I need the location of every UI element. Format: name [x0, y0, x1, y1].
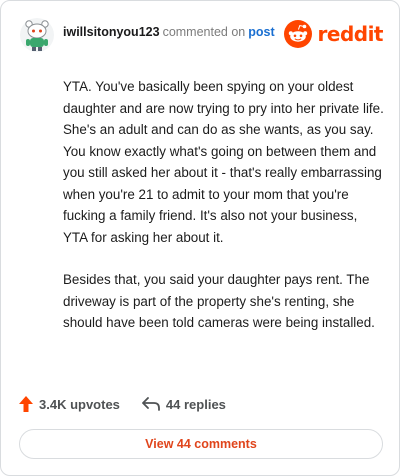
avatar[interactable]: [19, 17, 55, 53]
comment-meta: iwillsitonyou123 commented on post: [63, 25, 275, 39]
comment-body: YTA. You've basically been spying on you…: [63, 76, 385, 355]
upvote-arrow-icon: [19, 396, 33, 412]
view-comments-button[interactable]: View 44 comments: [19, 429, 383, 459]
reddit-brand[interactable]: reddit: [283, 19, 384, 49]
reply-count: 44 replies: [165, 396, 226, 412]
comment-card: iwillsitonyou123 commented on post reddit …: [0, 0, 400, 476]
username[interactable]: iwillsitonyou123: [63, 25, 160, 39]
commented-on-label: commented on: [162, 25, 246, 39]
reddit-wordmark: reddit: [317, 22, 384, 46]
reply-arrow-icon: [142, 397, 160, 411]
comment-paragraph: YTA. You've basically been spying on you…: [63, 79, 384, 245]
comment-paragraph: Besides that, you said your daughter pay…: [63, 272, 375, 330]
reddit-snoo-icon: [283, 20, 312, 48]
comment-stats: 3.4K upvotes 44 replies: [19, 393, 226, 415]
post-link[interactable]: post: [248, 25, 274, 39]
upvote-stat[interactable]: 3.4K upvotes: [19, 396, 120, 412]
upvote-count: 3.4K upvotes: [39, 396, 120, 412]
reply-stat[interactable]: 44 replies: [142, 397, 226, 412]
comment-header: iwillsitonyou123 commented on post reddit: [19, 15, 384, 55]
